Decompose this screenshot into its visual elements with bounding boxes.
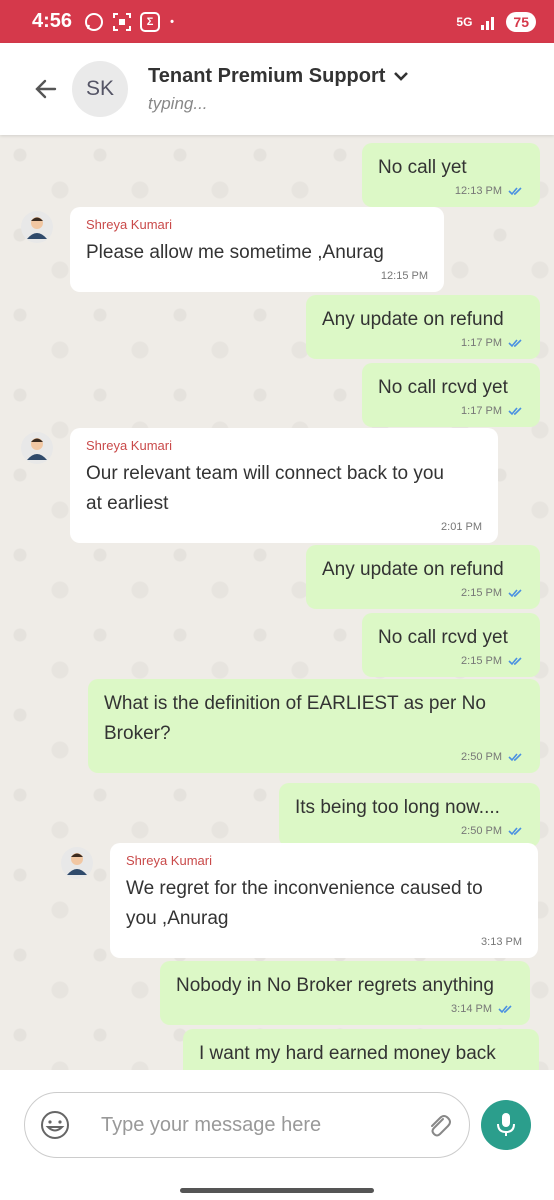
message-time: 12:13 PM <box>454 185 502 197</box>
message-outgoing[interactable]: What is the definition of EARLIEST as pe… <box>88 679 540 773</box>
message-meta: 2:15 PM <box>378 655 524 667</box>
message-time: 2:50 PM <box>461 825 502 837</box>
back-button[interactable] <box>32 75 60 103</box>
message-list[interactable]: No call yet 12:13 PM Shreya Kumari Pleas… <box>0 135 554 1070</box>
message-time: 2:01 PM <box>441 521 482 533</box>
message-outgoing[interactable]: Any update on refund 2:15 PM <box>306 545 540 609</box>
message-meta: 1:17 PM <box>378 405 524 417</box>
message-time: 12:15 PM <box>380 270 428 282</box>
double-tick-icon <box>508 827 522 836</box>
sigma-app-icon: Σ <box>140 11 161 32</box>
message-text: We regret for the inconvenience caused t… <box>126 878 483 929</box>
message-outgoing[interactable]: Its being too long now.... 2:50 PM <box>279 783 540 847</box>
message-input[interactable] <box>101 1113 425 1137</box>
double-tick-icon <box>508 339 522 348</box>
chevron-down-icon[interactable] <box>393 70 409 82</box>
message-text: No call rcvd yet <box>378 627 508 648</box>
message-outgoing[interactable]: Any update on refund 1:17 PM <box>306 295 540 359</box>
message-meta: 12:15 PM <box>86 270 428 282</box>
message-time: 1:17 PM <box>461 337 502 349</box>
double-tick-icon <box>508 589 522 598</box>
home-gesture-handle[interactable] <box>180 1188 374 1193</box>
message-incoming[interactable]: Shreya Kumari Our relevant team will con… <box>70 428 498 543</box>
message-text: What is the definition of EARLIEST as pe… <box>104 693 486 744</box>
message-text: Please allow me sometime ,Anurag <box>86 242 384 263</box>
mic-button[interactable] <box>481 1100 531 1150</box>
message-meta: 2:50 PM <box>295 825 524 837</box>
notification-icons: Σ • <box>84 11 176 32</box>
status-bar: 4:56 Σ • 5G 75 <box>0 0 554 43</box>
message-outgoing[interactable]: No call rcvd yet 1:17 PM <box>362 363 540 427</box>
attachment-icon[interactable] <box>425 1111 453 1139</box>
double-tick-icon <box>508 407 522 416</box>
message-meta: 3:13 PM <box>126 936 522 948</box>
message-text: Any update on refund <box>322 309 504 330</box>
back-arrow-icon <box>35 79 57 99</box>
message-meta: 12:13 PM <box>378 185 524 197</box>
message-meta: 2:01 PM <box>86 521 482 533</box>
status-time: 4:56 <box>32 10 73 32</box>
emoji-icon[interactable] <box>39 1109 71 1141</box>
agent-avatar-icon <box>21 211 53 243</box>
agent-avatar-icon <box>61 847 93 879</box>
message-text: Our relevant team will connect back to y… <box>86 463 445 514</box>
message-text: Its being too long now.... <box>295 797 500 818</box>
message-outgoing[interactable]: No call rcvd yet 2:15 PM <box>362 613 540 677</box>
double-tick-icon <box>508 753 522 762</box>
signal-icon <box>481 16 495 30</box>
more-notifications-dot: • <box>170 15 174 28</box>
message-time: 2:50 PM <box>461 751 502 763</box>
message-text: No call yet <box>378 157 467 178</box>
message-time: 1:17 PM <box>461 405 502 417</box>
message-text: I want my hard earned money back <box>199 1043 496 1064</box>
message-time: 2:15 PM <box>461 655 502 667</box>
message-text: Any update on refund <box>322 559 504 580</box>
chat-title[interactable]: Tenant Premium Support <box>148 65 409 88</box>
message-text: No call rcvd yet <box>378 377 508 398</box>
message-meta: 3:14 PM <box>176 1003 514 1015</box>
message-sender: Shreya Kumari <box>86 217 172 232</box>
agent-avatar-icon <box>21 432 53 464</box>
status-right: 5G 75 <box>456 11 536 32</box>
message-meta: 1:17 PM <box>322 337 524 349</box>
message-time: 3:14 PM <box>451 1003 492 1015</box>
message-outgoing[interactable]: I want my hard earned money back <box>183 1029 539 1070</box>
system-nav-bar <box>0 1180 554 1200</box>
chat-header: SK Tenant Premium Support typing... <box>0 43 554 135</box>
network-type: 5G <box>456 14 473 29</box>
battery-level: 75 <box>506 11 536 32</box>
mic-icon <box>497 1113 515 1136</box>
message-text: Nobody in No Broker regrets anything <box>176 975 494 996</box>
message-meta: 2:15 PM <box>322 587 524 599</box>
message-meta: 2:50 PM <box>104 751 524 763</box>
typing-indicator: typing... <box>148 93 208 113</box>
whatsapp-icon <box>85 12 104 31</box>
header-text[interactable]: Tenant Premium Support typing... <box>148 65 409 114</box>
message-time: 3:13 PM <box>481 936 522 948</box>
message-input-box[interactable] <box>24 1092 470 1158</box>
chat-title-label: Tenant Premium Support <box>148 64 386 87</box>
composer <box>0 1070 554 1180</box>
message-outgoing[interactable]: Nobody in No Broker regrets anything 3:1… <box>160 961 530 1025</box>
scan-icon <box>113 12 132 31</box>
double-tick-icon <box>498 1005 512 1014</box>
message-incoming[interactable]: Shreya Kumari Please allow me sometime ,… <box>70 207 444 292</box>
double-tick-icon <box>508 187 522 196</box>
double-tick-icon <box>508 657 522 666</box>
message-time: 2:15 PM <box>461 587 502 599</box>
message-incoming[interactable]: Shreya Kumari We regret for the inconven… <box>110 843 538 958</box>
contact-avatar[interactable]: SK <box>72 61 128 117</box>
message-sender: Shreya Kumari <box>86 438 172 453</box>
message-outgoing[interactable]: No call yet 12:13 PM <box>362 143 540 207</box>
message-sender: Shreya Kumari <box>126 853 212 868</box>
